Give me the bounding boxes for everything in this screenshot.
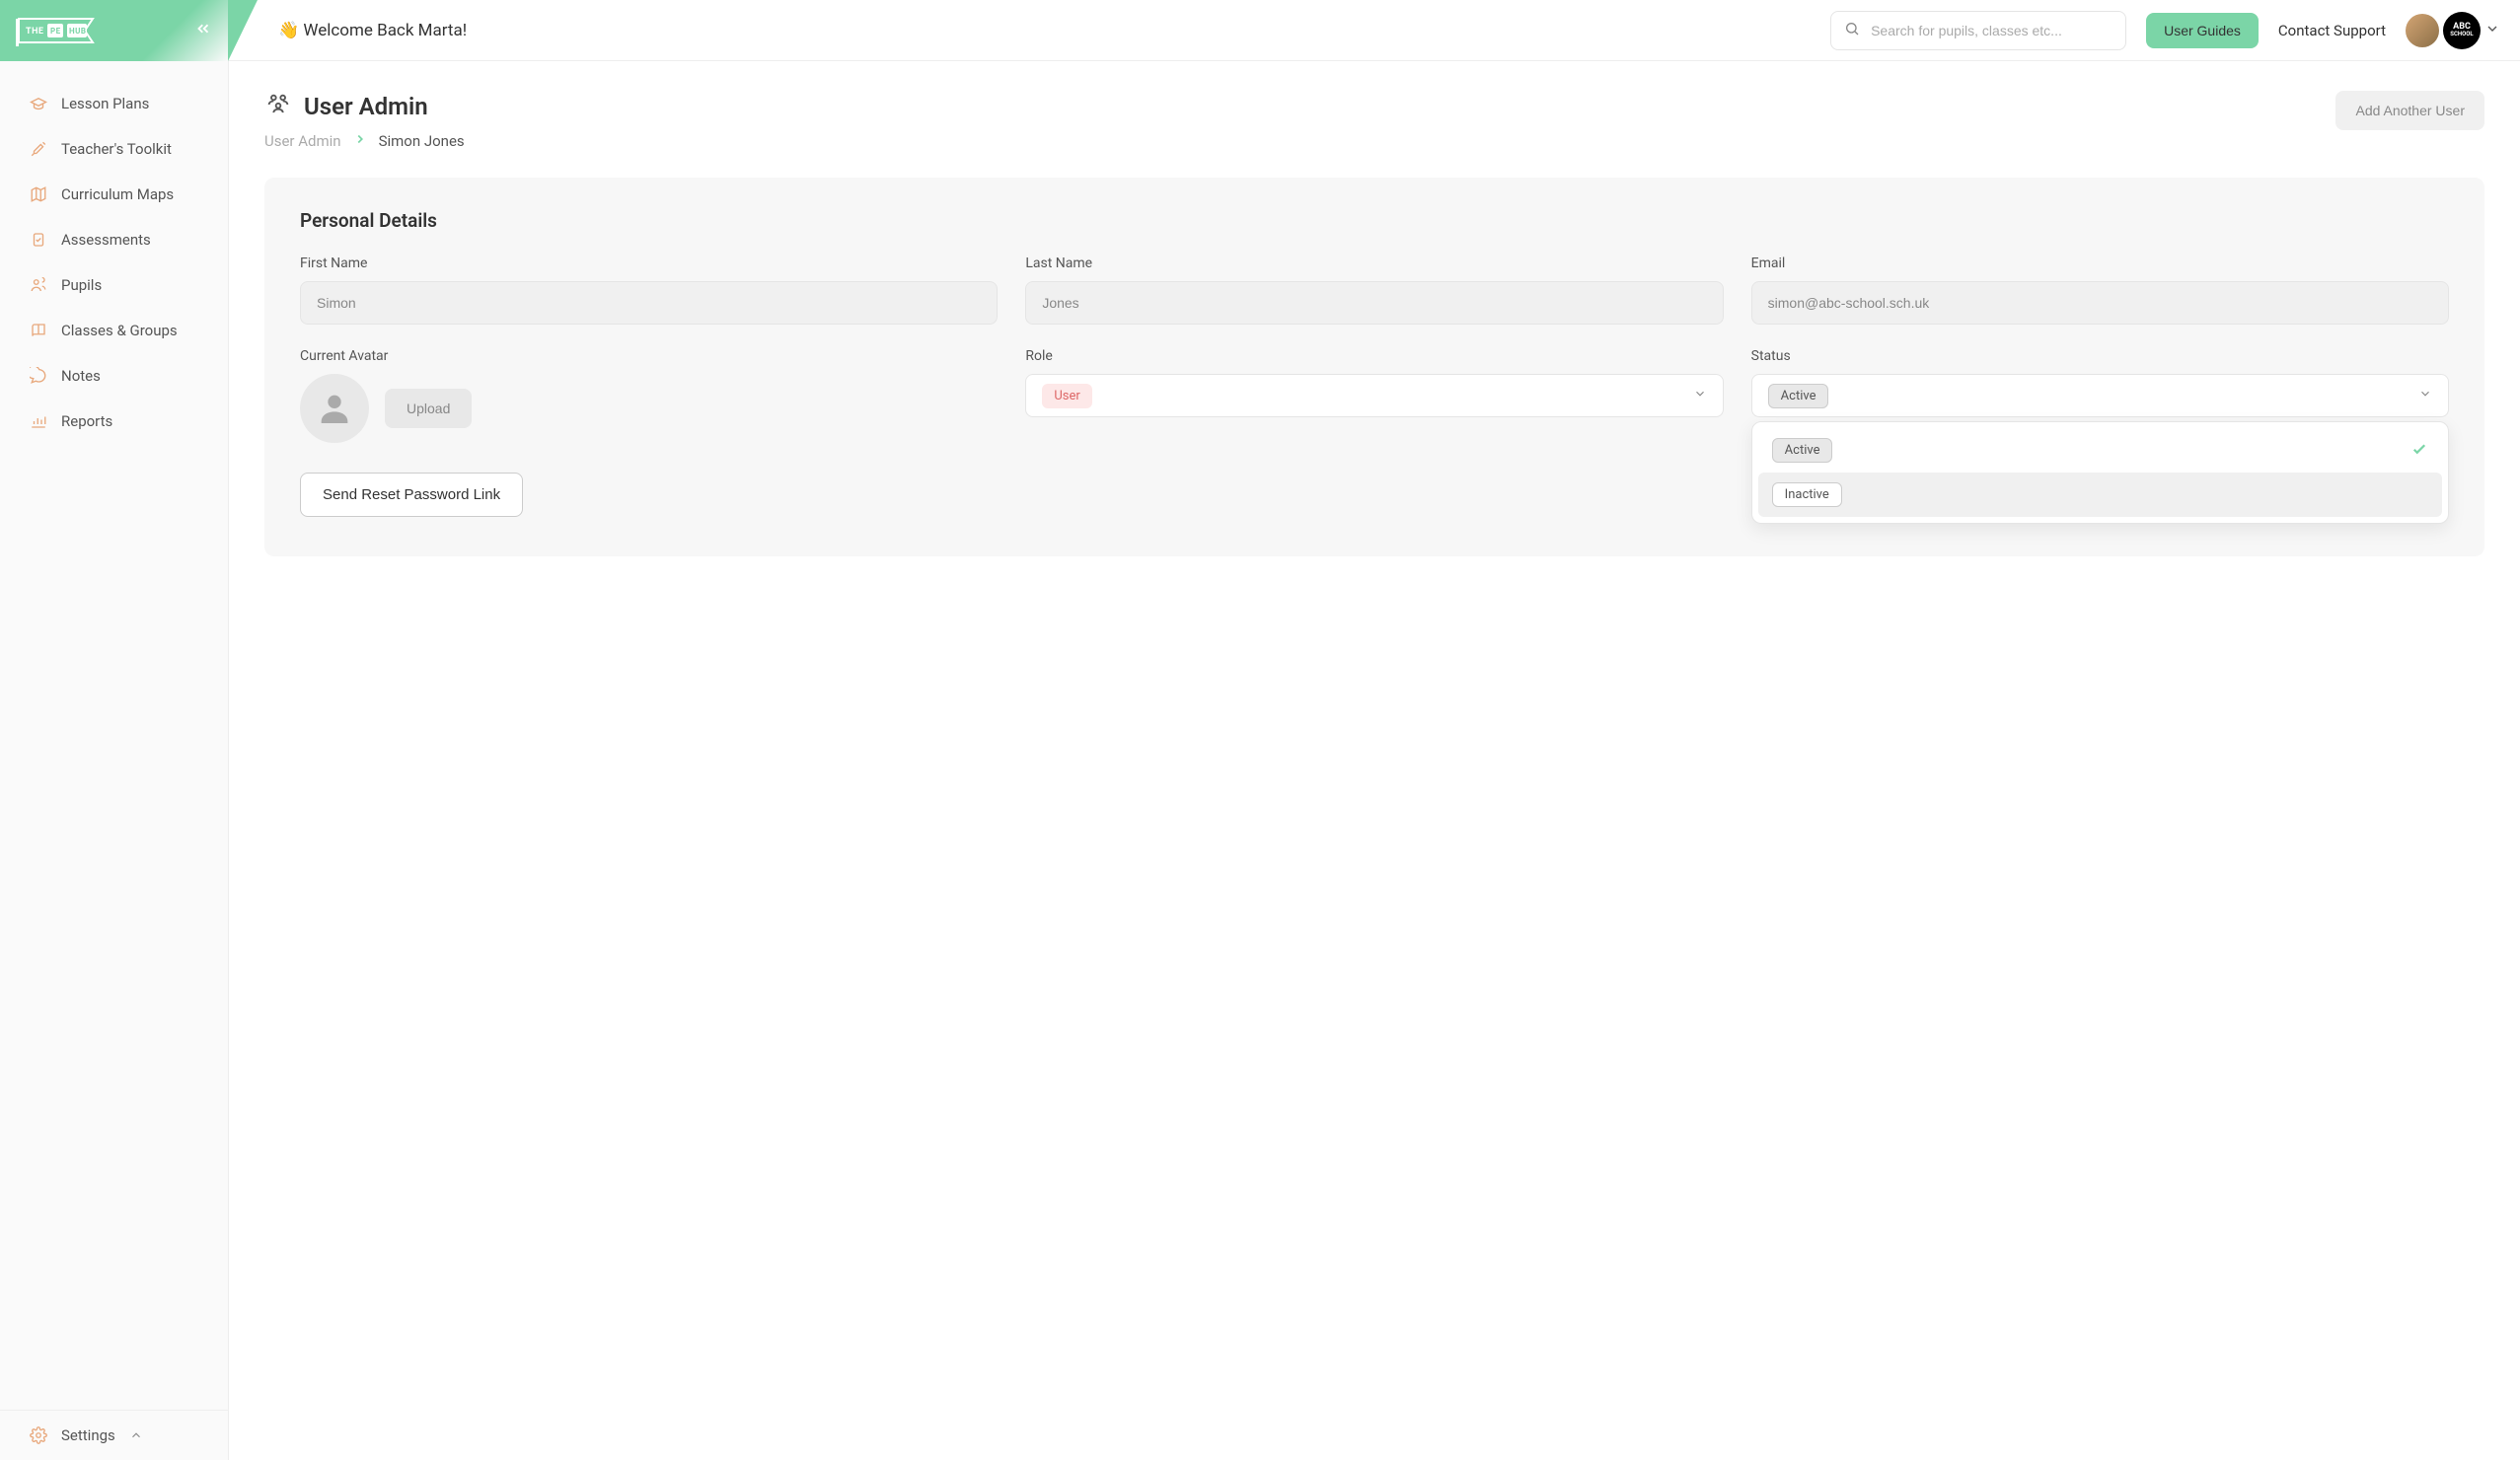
chevron-down-icon xyxy=(2418,387,2432,404)
nav-reports[interactable]: Reports xyxy=(0,399,228,444)
page-title: User Admin xyxy=(304,93,428,120)
nav-pupils[interactable]: Pupils xyxy=(0,262,228,308)
nav-label: Reports xyxy=(61,412,112,430)
svg-text:HUB: HUB xyxy=(69,27,87,36)
nav-classes-groups[interactable]: Classes & Groups xyxy=(0,308,228,353)
sidebar: THE PE HUB Lesson Plans Teacher's Toolki… xyxy=(0,0,229,1460)
avatar-label: Current Avatar xyxy=(300,348,998,364)
nav-label: Pupils xyxy=(61,276,102,294)
logo-area: THE PE HUB xyxy=(0,0,228,61)
nav-label: Notes xyxy=(61,367,101,385)
status-select[interactable]: Active xyxy=(1751,374,2449,417)
welcome-message: 👋 Welcome Back Marta! xyxy=(278,21,467,40)
search-wrap xyxy=(1830,11,2126,50)
status-label: Status xyxy=(1751,348,2449,364)
settings-label: Settings xyxy=(61,1426,115,1444)
role-chip: User xyxy=(1042,384,1091,408)
status-field: Status Active Active xyxy=(1751,348,2449,443)
check-icon xyxy=(2410,440,2428,462)
nav-assessments[interactable]: Assessments xyxy=(0,217,228,262)
last-name-field: Last Name xyxy=(1025,256,1723,325)
card-title: Personal Details xyxy=(300,209,2449,232)
last-name-input[interactable] xyxy=(1025,281,1723,325)
user-avatar xyxy=(2406,14,2439,47)
flag-icon: THE PE HUB xyxy=(16,14,105,47)
book-icon xyxy=(30,322,47,339)
status-chip: Active xyxy=(1768,384,1829,408)
content: User Admin User Admin Simon Jones Add An… xyxy=(229,61,2520,1460)
status-option-label: Active xyxy=(1772,438,1833,463)
chart-icon xyxy=(30,412,47,430)
chat-icon xyxy=(30,367,47,385)
topbar: 👋 Welcome Back Marta! User Guides Contac… xyxy=(229,0,2520,61)
first-name-label: First Name xyxy=(300,256,998,271)
send-reset-password-button[interactable]: Send Reset Password Link xyxy=(300,473,523,517)
nav-settings[interactable]: Settings xyxy=(0,1410,228,1460)
group-icon xyxy=(264,91,292,122)
personal-details-card: Personal Details First Name Last Name Em… xyxy=(264,178,2484,556)
grad-cap-icon xyxy=(30,95,47,112)
account-menu[interactable]: ABCSCHOOL xyxy=(2406,12,2500,49)
avatar-placeholder xyxy=(300,374,369,443)
brand-logo[interactable]: THE PE HUB xyxy=(16,14,105,47)
status-option-active[interactable]: Active xyxy=(1758,428,2442,473)
breadcrumb-root[interactable]: User Admin xyxy=(264,132,341,150)
search-input[interactable] xyxy=(1830,11,2126,50)
svg-text:THE: THE xyxy=(26,27,44,36)
role-select[interactable]: User xyxy=(1025,374,1723,417)
upload-avatar-button[interactable]: Upload xyxy=(385,389,472,428)
breadcrumb: User Admin Simon Jones xyxy=(264,132,465,150)
add-another-user-button[interactable]: Add Another User xyxy=(2335,91,2484,130)
first-name-field: First Name xyxy=(300,256,998,325)
gear-icon xyxy=(30,1426,47,1444)
nav-lesson-plans[interactable]: Lesson Plans xyxy=(0,81,228,126)
chevron-right-icon xyxy=(353,132,367,150)
welcome-text: Welcome Back Marta! xyxy=(303,21,467,40)
status-option-inactive[interactable]: Inactive xyxy=(1758,473,2442,517)
nav-label: Curriculum Maps xyxy=(61,185,174,203)
pencil-ruler-icon xyxy=(30,140,47,158)
nav-label: Assessments xyxy=(61,231,151,249)
last-name-label: Last Name xyxy=(1025,256,1723,271)
email-field: Email xyxy=(1751,256,2449,325)
email-label: Email xyxy=(1751,256,2449,271)
user-guides-button[interactable]: User Guides xyxy=(2146,13,2259,48)
contact-support-link[interactable]: Contact Support xyxy=(2278,22,2386,39)
nav-curriculum-maps[interactable]: Curriculum Maps xyxy=(0,172,228,217)
email-input[interactable] xyxy=(1751,281,2449,325)
map-icon xyxy=(30,185,47,203)
nav-notes[interactable]: Notes xyxy=(0,353,228,399)
nav-label: Lesson Plans xyxy=(61,95,149,112)
search-icon xyxy=(1844,21,1860,40)
users-icon xyxy=(30,276,47,294)
nav-label: Classes & Groups xyxy=(61,322,178,339)
page-header: User Admin User Admin Simon Jones Add An… xyxy=(264,91,2484,150)
nav: Lesson Plans Teacher's Toolkit Curriculu… xyxy=(0,61,228,1410)
chevron-down-icon xyxy=(2484,21,2500,40)
nav-label: Teacher's Toolkit xyxy=(61,140,172,158)
nav-teachers-toolkit[interactable]: Teacher's Toolkit xyxy=(0,126,228,172)
clipboard-check-icon xyxy=(30,231,47,249)
role-field: Role User xyxy=(1025,348,1723,443)
person-icon xyxy=(315,389,354,428)
wave-emoji: 👋 xyxy=(278,21,299,40)
school-badge: ABCSCHOOL xyxy=(2443,12,2481,49)
breadcrumb-current: Simon Jones xyxy=(379,132,465,150)
chevron-down-icon xyxy=(1693,387,1707,404)
svg-text:PE: PE xyxy=(50,27,61,36)
first-name-input[interactable] xyxy=(300,281,998,325)
avatar-field: Current Avatar Upload xyxy=(300,348,998,443)
role-label: Role xyxy=(1025,348,1723,364)
status-option-label: Inactive xyxy=(1772,482,1842,507)
chevron-up-icon xyxy=(129,1428,143,1442)
status-dropdown: Active Inactive xyxy=(1751,421,2449,524)
collapse-sidebar-icon[interactable] xyxy=(194,20,212,41)
